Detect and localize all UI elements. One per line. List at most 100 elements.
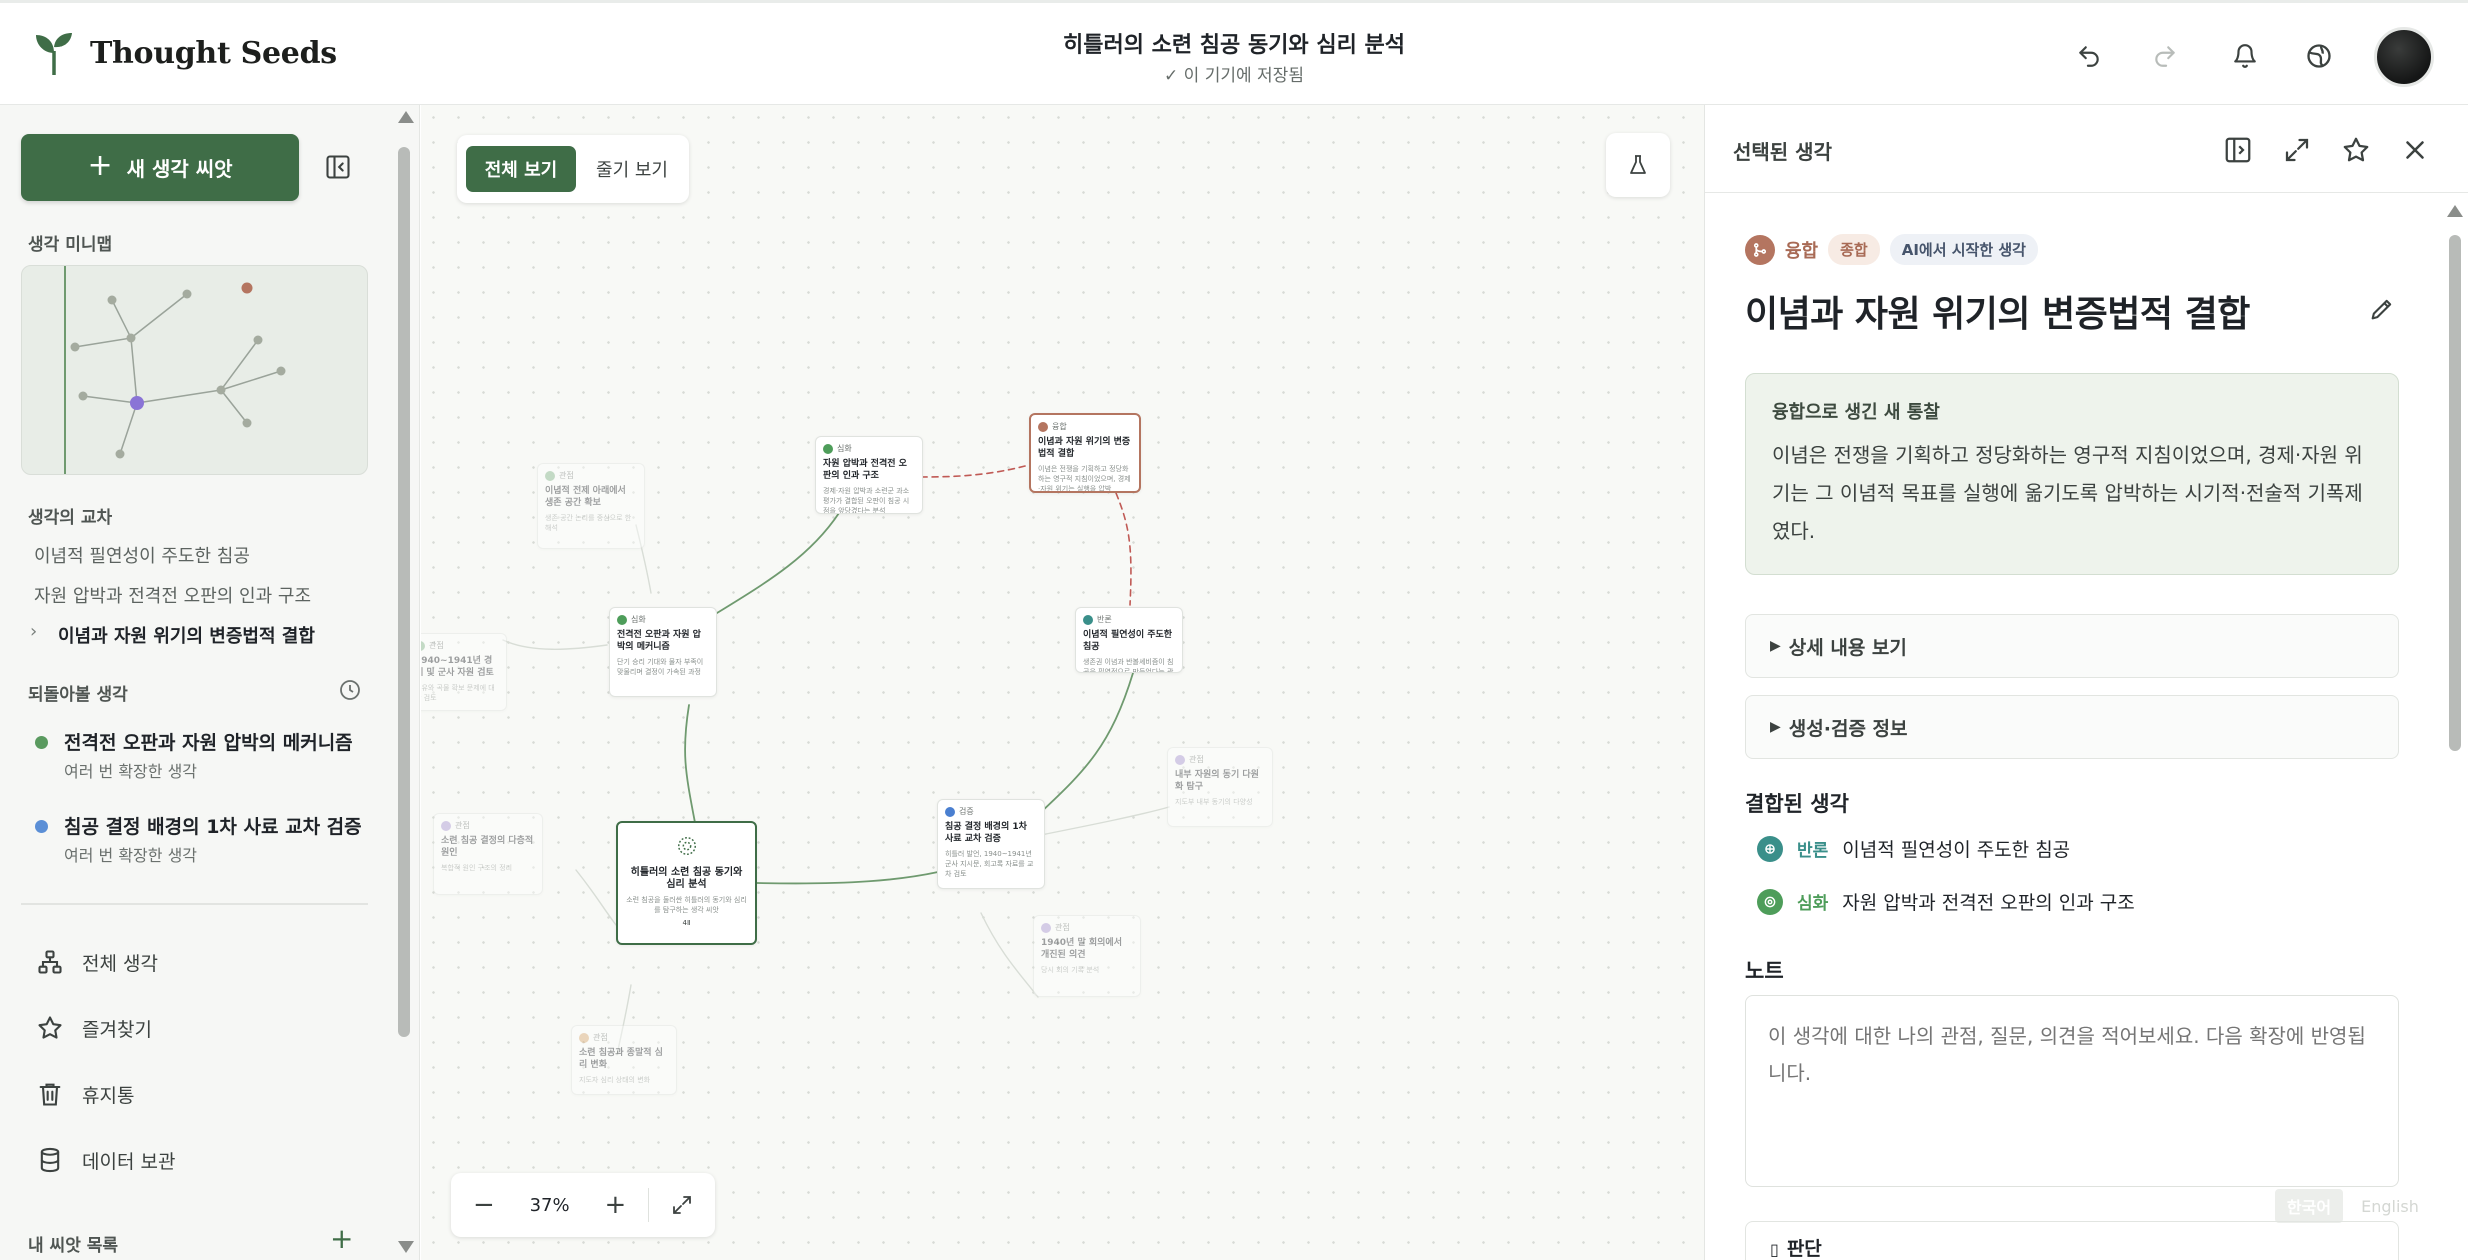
cross-item[interactable]: 자원 압박과 전격전 오판의 인과 구조 bbox=[34, 582, 311, 608]
thought-node[interactable]: 심화 전격전 오판과 자원 압박의 메커니즘 단기 승리 기대와 물자 부족이 … bbox=[609, 607, 717, 697]
insight-card: 융합으로 생긴 새 통찰 이념은 전쟁을 기획하고 정당화하는 영구적 지침이었… bbox=[1745, 373, 2399, 575]
cross-label: 생각의 교차 bbox=[28, 508, 113, 528]
thought-node[interactable]: 심화 자원 압박과 전격전 오판의 인과 구조 경제·자원 압박과 소련군 과소… bbox=[815, 436, 923, 514]
combined-item[interactable]: 반론 이념적 필연성이 주도한 침공 bbox=[1757, 835, 2070, 862]
thought-node-selected[interactable]: 융합 이념과 자원 위기의 변증법적 결합 이념은 전쟁을 기획하고 정당화하는… bbox=[1029, 413, 1141, 493]
detail-accordion[interactable]: ▶ 상세 내용 보기 bbox=[1745, 614, 2399, 678]
lang-english-button[interactable]: English bbox=[2353, 1189, 2427, 1223]
triangle-right-icon: ▶ bbox=[1770, 719, 1781, 735]
nav-data-storage[interactable]: 데이터 보관 bbox=[36, 1146, 175, 1174]
scroll-up-arrow[interactable] bbox=[398, 111, 414, 123]
thought-badges: 융합 종합 AI에서 시작한 생각 bbox=[1745, 234, 2038, 265]
thought-node-faded[interactable]: 관점 1940~1941년 경제 및 군사 자원 검토 석유와 곡물 확보 문제… bbox=[421, 633, 507, 711]
nav-favorites[interactable]: 즐겨찾기 bbox=[36, 1014, 152, 1042]
sidebar-scrollbar[interactable] bbox=[396, 147, 410, 1047]
notifications-button[interactable] bbox=[2228, 39, 2262, 73]
note-heading: 노트 bbox=[1745, 959, 1784, 983]
node-tag: 심화 bbox=[617, 614, 709, 625]
node-body: 당시 회의 기록 분석 bbox=[1041, 966, 1100, 974]
insight-body: 이념은 전쟁을 기획하고 정당화하는 영구적 지침이었으며, 경제·자원 위기는… bbox=[1772, 443, 2363, 543]
thought-node-faded[interactable]: 관점 1940년 말 회의에서 개진된 의견 당시 회의 기록 분석 bbox=[1033, 915, 1141, 997]
triangle-right-icon: ▶ bbox=[1770, 638, 1781, 654]
undo-icon bbox=[2079, 46, 2099, 67]
combined-type: 심화 bbox=[1797, 894, 1829, 914]
node-tag: 반론 bbox=[1083, 614, 1175, 625]
thought-node-faded[interactable]: 관점 소련 침공 결정의 다층적 원인 복합적 원인 구조의 정리 bbox=[433, 813, 543, 895]
insight-heading: 융합으로 생긴 새 통찰 bbox=[1772, 402, 1940, 423]
thought-node-faded[interactable]: 관점 소련 침공과 종말적 심리 변화 지도자 심리 상태의 변화 bbox=[571, 1025, 677, 1095]
root-title: 히틀러의 소련 침공 동기와 심리 분석 bbox=[630, 867, 743, 890]
thought-title: 이념과 자원 위기의 변증법적 결합 bbox=[1745, 294, 2250, 335]
nav-trash[interactable]: 휴지통 bbox=[36, 1080, 134, 1108]
minimap-label: 생각 미니맵 bbox=[28, 235, 113, 255]
node-tag: 융합 bbox=[1038, 421, 1132, 432]
thought-node-faded[interactable]: 관점 내부 자원의 동기 다원화 탐구 지도부 내부 동기의 다양성 bbox=[1167, 747, 1273, 827]
bookmark-icon: ▯ bbox=[1770, 1240, 1779, 1259]
node-title: 이념적 필연성이 주도한 침공 bbox=[1083, 630, 1173, 652]
combined-label: 이념적 필연성이 주도한 침공 bbox=[1842, 839, 2071, 861]
node-title: 이념적 전제 아래에서 생존 공간 확보 bbox=[545, 486, 626, 508]
cross-item-active[interactable]: 이념과 자원 위기의 변증법적 결합 bbox=[58, 622, 315, 648]
language-button[interactable] bbox=[2302, 39, 2336, 73]
redo-button[interactable] bbox=[2148, 39, 2182, 73]
root-seed-node[interactable]: 히틀러의 소련 침공 동기와 심리 분석 소련 침공을 둘러싼 히틀러의 동기와… bbox=[616, 821, 757, 945]
collapse-sidebar-icon[interactable] bbox=[324, 153, 352, 181]
panel-header: 선택된 생각 bbox=[1705, 105, 2468, 193]
fit-view-button[interactable] bbox=[649, 1173, 715, 1237]
node-title: 소련 침공 결정의 다층적 원인 bbox=[441, 836, 534, 858]
seed-list-label: 내 씨앗 목록 bbox=[28, 1236, 119, 1256]
thought-canvas[interactable]: 전체 보기 줄기 보기 심화 자원 압박과 전격전 오판의 인과 구조 경제·자… bbox=[421, 105, 1704, 1260]
view-stem-button[interactable]: 줄기 보기 bbox=[584, 146, 680, 192]
pencil-icon[interactable] bbox=[2368, 295, 2396, 323]
zoom-controls: − 37% + bbox=[451, 1173, 715, 1237]
scrollbar-thumb[interactable] bbox=[398, 147, 410, 1037]
nav-all-thoughts[interactable]: 전체 생각 bbox=[36, 948, 158, 976]
star-icon bbox=[38, 1016, 62, 1039]
thought-node-faded[interactable]: 관점 이념적 전제 아래에서 생존 공간 확보 생존 공간 논리를 중심으로 한… bbox=[537, 463, 645, 549]
cross-item[interactable]: 이념적 필연성이 주도한 침공 bbox=[34, 542, 250, 568]
combined-item[interactable]: 심화 자원 압박과 전격전 오판의 인과 구조 bbox=[1757, 888, 2135, 915]
zoom-out-button[interactable]: − bbox=[451, 1173, 517, 1237]
dock-panel-icon[interactable] bbox=[2223, 135, 2253, 165]
scroll-down-arrow[interactable] bbox=[398, 1241, 414, 1253]
node-tag: 관점 bbox=[579, 1032, 669, 1043]
undo-button[interactable] bbox=[2072, 39, 2106, 73]
close-icon[interactable] bbox=[2400, 135, 2430, 165]
note-textarea[interactable] bbox=[1745, 995, 2399, 1187]
panel-scrollbar[interactable] bbox=[2448, 201, 2462, 1251]
divider bbox=[21, 903, 368, 905]
node-title: 침공 결정 배경의 1차 사료 교차 검증 bbox=[945, 822, 1027, 844]
panel-title: 선택된 생각 bbox=[1733, 140, 1832, 164]
seed-burst-icon bbox=[677, 837, 696, 855]
node-body: 생존 공간 논리를 중심으로 한 해석 bbox=[545, 514, 632, 532]
node-body: 히틀러 발언, 1940~1941년 군사 지시문, 회고록 자료를 교차 검토 bbox=[945, 850, 1034, 878]
globe-icon bbox=[2307, 44, 2331, 68]
zoom-in-button[interactable]: + bbox=[583, 1173, 649, 1237]
view-all-button[interactable]: 전체 보기 bbox=[466, 146, 576, 192]
nav-label: 즐겨찾기 bbox=[82, 1018, 152, 1041]
bell-icon bbox=[2234, 44, 2256, 68]
thought-node[interactable]: 검증 침공 결정 배경의 1차 사료 교차 검증 히틀러 발언, 1940~19… bbox=[937, 799, 1045, 889]
flask-icon bbox=[1630, 155, 1646, 174]
nav-label: 전체 생각 bbox=[82, 952, 158, 975]
revisit-subtitle: 여러 번 확장한 생각 bbox=[64, 762, 198, 781]
counter-icon bbox=[1757, 835, 1783, 862]
new-seed-button[interactable]: + 새 생각 씨앗 bbox=[21, 134, 299, 201]
expand-icon[interactable] bbox=[2282, 135, 2312, 165]
thought-minimap[interactable] bbox=[21, 265, 368, 475]
experiment-button[interactable] bbox=[1606, 133, 1670, 197]
minimap-graph bbox=[64, 266, 286, 474]
revisit-label: 되돌아볼 생각 bbox=[28, 685, 128, 705]
lang-korean-button[interactable]: 한국어 bbox=[2275, 1189, 2343, 1223]
add-seed-icon[interactable]: + bbox=[330, 1222, 353, 1255]
judgement-section[interactable]: ▯ 판단 bbox=[1745, 1221, 2399, 1260]
star-icon[interactable] bbox=[2341, 135, 2371, 165]
user-avatar[interactable] bbox=[2374, 27, 2434, 87]
meta-accordion[interactable]: ▶ 생성·검증 정보 bbox=[1745, 695, 2399, 759]
thought-node[interactable]: 반론 이념적 필연성이 주도한 침공 생존권 이념과 반볼셰비즘이 침공을 필연… bbox=[1075, 607, 1183, 673]
history-clock-icon[interactable] bbox=[338, 678, 362, 702]
node-tag: 관점 bbox=[1175, 754, 1265, 765]
scrollbar-thumb[interactable] bbox=[2449, 235, 2461, 751]
node-body: 복합적 원인 구조의 정리 bbox=[441, 864, 513, 872]
node-body: 이념은 전쟁을 기획하고 정당화하는 영구적 지침이었으며, 경제·자원 위기는… bbox=[1038, 465, 1131, 493]
